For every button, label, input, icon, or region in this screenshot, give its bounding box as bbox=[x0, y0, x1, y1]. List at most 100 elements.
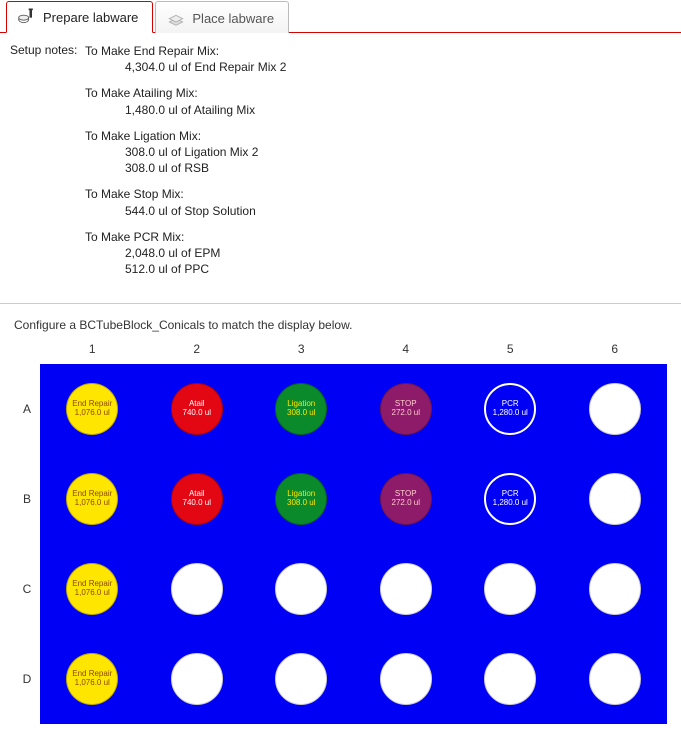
row-header: B bbox=[14, 454, 40, 544]
plate-cell: Ligation308.0 ul bbox=[249, 454, 354, 544]
well[interactable]: Atail740.0 ul bbox=[171, 473, 223, 525]
row-header: C bbox=[14, 544, 40, 634]
recipe-line: 308.0 ul of RSB bbox=[125, 160, 286, 176]
column-header: 2 bbox=[145, 340, 250, 364]
grid-corner bbox=[14, 340, 40, 364]
recipe-line: 308.0 ul of Ligation Mix 2 bbox=[125, 144, 286, 160]
recipe-block: To Make PCR Mix:2,048.0 ul of EPM512.0 u… bbox=[85, 229, 286, 278]
well[interactable]: STOP272.0 ul bbox=[380, 473, 432, 525]
plate-cell bbox=[249, 544, 354, 634]
tab-label: Place labware bbox=[192, 11, 274, 26]
plate-cell bbox=[458, 544, 563, 634]
well-volume: 1,076.0 ul bbox=[75, 589, 110, 598]
tab-prepare-labware[interactable]: Prepare labware bbox=[6, 1, 153, 33]
column-header: 5 bbox=[458, 340, 563, 364]
plate-cell bbox=[354, 544, 459, 634]
plate-cell bbox=[458, 634, 563, 724]
well-volume: 272.0 ul bbox=[392, 499, 420, 508]
tab-place-labware[interactable]: Place labware bbox=[155, 1, 289, 33]
plate-cell bbox=[354, 634, 459, 724]
setup-notes-label: Setup notes: bbox=[10, 43, 85, 287]
tube-block-grid-wrapper: 123456 A End Repair1,076.0 ul Atail740.0 ul… bbox=[0, 340, 681, 742]
tabs-bar: Prepare labware Place labware bbox=[0, 0, 681, 33]
recipe-block: To Make Stop Mix:544.0 ul of Stop Soluti… bbox=[85, 186, 286, 218]
well[interactable]: STOP272.0 ul bbox=[380, 383, 432, 435]
recipe-line: 4,304.0 ul of End Repair Mix 2 bbox=[125, 59, 286, 75]
recipe-line: 512.0 ul of PPC bbox=[125, 261, 286, 277]
plate-cell bbox=[249, 634, 354, 724]
plate-cell: PCR1,280.0 ul bbox=[458, 454, 563, 544]
well-volume: 1,076.0 ul bbox=[75, 499, 110, 508]
column-header: 6 bbox=[563, 340, 668, 364]
recipe-block: To Make Ligation Mix:308.0 ul of Ligatio… bbox=[85, 128, 286, 177]
well-volume: 272.0 ul bbox=[392, 409, 420, 418]
recipe-block: To Make Atailing Mix:1,480.0 ul of Atail… bbox=[85, 85, 286, 117]
column-header: 1 bbox=[40, 340, 145, 364]
setup-notes-content: To Make End Repair Mix:4,304.0 ul of End… bbox=[85, 43, 286, 287]
well[interactable]: Ligation308.0 ul bbox=[275, 473, 327, 525]
recipe-block: To Make End Repair Mix:4,304.0 ul of End… bbox=[85, 43, 286, 75]
well[interactable] bbox=[380, 563, 432, 615]
plate-cell bbox=[563, 544, 668, 634]
well[interactable]: End Repair1,076.0 ul bbox=[66, 653, 118, 705]
well[interactable]: Ligation308.0 ul bbox=[275, 383, 327, 435]
recipe-line: 2,048.0 ul of EPM bbox=[125, 245, 286, 261]
row-header: A bbox=[14, 364, 40, 454]
well[interactable] bbox=[380, 653, 432, 705]
plate-cell: End Repair1,076.0 ul bbox=[40, 454, 145, 544]
tab-label: Prepare labware bbox=[43, 10, 138, 25]
recipe-title: To Make End Repair Mix: bbox=[85, 43, 286, 59]
well[interactable] bbox=[589, 473, 641, 525]
plate-cell bbox=[563, 634, 668, 724]
well-volume: 740.0 ul bbox=[183, 409, 211, 418]
well-volume: 308.0 ul bbox=[287, 499, 315, 508]
plate-cell: PCR1,280.0 ul bbox=[458, 364, 563, 454]
well[interactable] bbox=[589, 563, 641, 615]
tube-block-grid: 123456 A End Repair1,076.0 ul Atail740.0 ul… bbox=[14, 340, 667, 724]
plate-cell: Atail740.0 ul bbox=[145, 364, 250, 454]
place-icon bbox=[166, 8, 186, 29]
well[interactable] bbox=[275, 563, 327, 615]
well-volume: 1,076.0 ul bbox=[75, 409, 110, 418]
well[interactable]: End Repair1,076.0 ul bbox=[66, 563, 118, 615]
recipe-title: To Make PCR Mix: bbox=[85, 229, 286, 245]
setup-notes-section: Setup notes: To Make End Repair Mix:4,30… bbox=[0, 33, 681, 303]
labware-icon bbox=[17, 7, 37, 28]
configure-instruction: Configure a BCTubeBlock_Conicals to matc… bbox=[0, 318, 681, 340]
well[interactable] bbox=[589, 653, 641, 705]
well[interactable]: Atail740.0 ul bbox=[171, 383, 223, 435]
recipe-title: To Make Ligation Mix: bbox=[85, 128, 286, 144]
plate-cell: Atail740.0 ul bbox=[145, 454, 250, 544]
plate-cell: End Repair1,076.0 ul bbox=[40, 364, 145, 454]
well[interactable] bbox=[171, 653, 223, 705]
column-header: 4 bbox=[354, 340, 459, 364]
well[interactable] bbox=[484, 653, 536, 705]
well[interactable]: PCR1,280.0 ul bbox=[484, 383, 536, 435]
well[interactable] bbox=[589, 383, 641, 435]
well[interactable] bbox=[275, 653, 327, 705]
well-volume: 1,076.0 ul bbox=[75, 679, 110, 688]
well[interactable] bbox=[484, 563, 536, 615]
column-header: 3 bbox=[249, 340, 354, 364]
plate-cell: STOP272.0 ul bbox=[354, 454, 459, 544]
plate-cell: Ligation308.0 ul bbox=[249, 364, 354, 454]
well-volume: 308.0 ul bbox=[287, 409, 315, 418]
recipe-line: 1,480.0 ul of Atailing Mix bbox=[125, 102, 286, 118]
plate-cell: End Repair1,076.0 ul bbox=[40, 634, 145, 724]
plate-cell bbox=[563, 454, 668, 544]
plate-cell bbox=[145, 544, 250, 634]
recipe-title: To Make Atailing Mix: bbox=[85, 85, 286, 101]
plate-cell: STOP272.0 ul bbox=[354, 364, 459, 454]
well-volume: 1,280.0 ul bbox=[493, 409, 528, 418]
plate-cell: End Repair1,076.0 ul bbox=[40, 544, 145, 634]
well-volume: 1,280.0 ul bbox=[493, 499, 528, 508]
row-header: D bbox=[14, 634, 40, 724]
well[interactable]: PCR1,280.0 ul bbox=[484, 473, 536, 525]
plate-cell bbox=[563, 364, 668, 454]
well[interactable]: End Repair1,076.0 ul bbox=[66, 383, 118, 435]
well[interactable] bbox=[171, 563, 223, 615]
recipe-title: To Make Stop Mix: bbox=[85, 186, 286, 202]
recipe-line: 544.0 ul of Stop Solution bbox=[125, 203, 286, 219]
section-divider bbox=[0, 303, 681, 304]
well[interactable]: End Repair1,076.0 ul bbox=[66, 473, 118, 525]
